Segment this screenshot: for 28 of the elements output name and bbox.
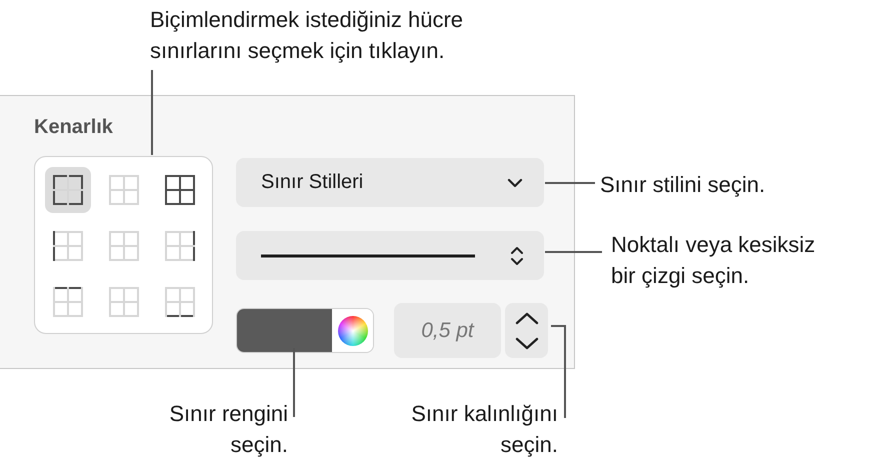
border-button[interactable] [45, 167, 91, 213]
border-grid-icon [52, 286, 84, 318]
callout-text: Noktalı veya kesiksiz bir çizgi seçin. [611, 231, 816, 290]
callout-text: Sınır stilini seçin. [600, 171, 766, 199]
border-grid-icon [164, 230, 196, 262]
callout-text: Sınır kalınlığını seçin. [411, 400, 558, 459]
callout-text: Sınır rengini seçin. [169, 400, 288, 459]
color-swatch[interactable] [237, 309, 332, 352]
chevron-down-icon [506, 176, 524, 188]
leader-line [545, 251, 602, 253]
leader-line [545, 182, 595, 184]
chevron-up-icon[interactable] [514, 310, 540, 326]
border-style-dropdown[interactable]: Sınır Stilleri [236, 158, 544, 207]
updown-chevron-icon [510, 244, 524, 266]
color-well[interactable] [236, 308, 374, 353]
border-grid-icon [164, 174, 196, 206]
callout-text: Biçimlendirmek istediğiniz hücre sınırlarını seçmek için tıklayın. [150, 6, 464, 65]
border-grid-icon [52, 174, 84, 206]
solid-line-icon [261, 252, 475, 258]
border-grid-icon [52, 230, 84, 262]
color-wheel-icon[interactable] [338, 316, 368, 346]
border-grid-icon [108, 174, 140, 206]
section-title: Kenarlık [34, 116, 114, 140]
border-grid-icon [164, 286, 196, 318]
border-grid-icon [108, 230, 140, 262]
line-style-dropdown[interactable] [236, 231, 544, 280]
thickness-field[interactable]: 0,5 pt [394, 303, 501, 358]
border-grid-icon [108, 286, 140, 318]
